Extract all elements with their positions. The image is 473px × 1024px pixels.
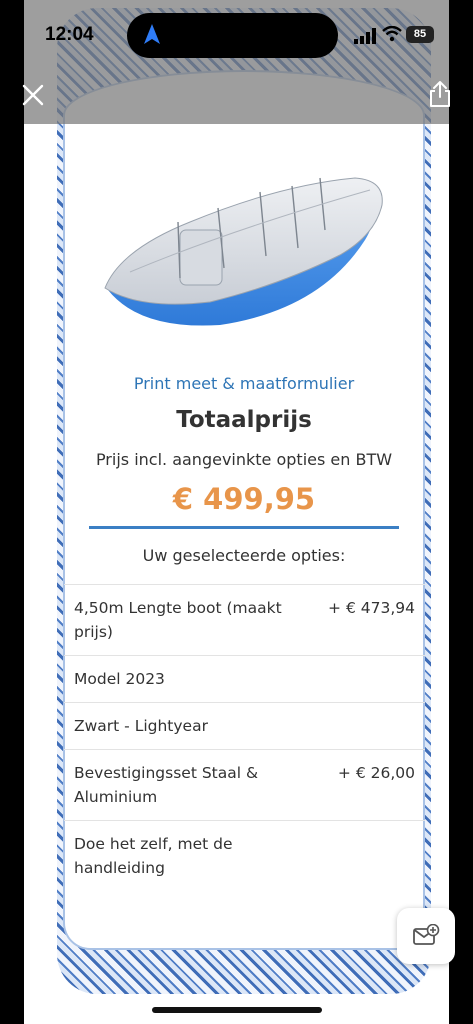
wifi-icon (382, 26, 402, 42)
battery-icon: 85 (406, 26, 434, 43)
selected-options-list: 4,50m Lengte boot (maakt prijs) + € 473,… (64, 584, 425, 891)
list-item: Zwart - Lightyear (64, 703, 425, 750)
measurement-form-link[interactable]: Print meet & maatformulier (63, 374, 425, 393)
option-price: + € 26,00 (337, 764, 415, 782)
option-label: Zwart - Lightyear (74, 717, 208, 735)
option-label: 4,50m Lengte boot (maakt prijs) (74, 599, 282, 641)
price-subtitle: Prijs incl. aangevinkte opties en BTW (95, 450, 393, 469)
boat-cover-image (104, 177, 383, 326)
list-item: Bevestigingsset Staal & Aluminium + € 26… (64, 750, 425, 821)
mail-plus-icon (413, 924, 440, 945)
option-label: Bevestigingsset Staal & Aluminium (74, 764, 259, 806)
total-price: € 499,95 (172, 482, 316, 516)
option-label: Model 2023 (74, 670, 165, 688)
option-label: Doe het zelf, met de handleiding (74, 835, 233, 877)
share-icon[interactable] (427, 80, 453, 108)
price-divider (89, 526, 399, 529)
option-price: + € 473,94 (328, 599, 415, 617)
signal-icon (354, 28, 376, 44)
status-time: 12:04 (45, 24, 94, 45)
home-indicator[interactable] (152, 1007, 322, 1013)
contact-mail-button[interactable] (397, 908, 455, 964)
navigation-arrow-icon (144, 24, 160, 44)
total-price-title: Totaalprijs (176, 407, 312, 433)
list-item: Doe het zelf, met de handleiding (64, 821, 425, 891)
list-item: 4,50m Lengte boot (maakt prijs) + € 473,… (64, 585, 425, 656)
selected-options-heading: Uw geselecteerde opties: (142, 546, 346, 565)
status-bar: 12:04 85 (0, 0, 473, 70)
list-item: Model 2023 (64, 656, 425, 703)
close-icon[interactable] (20, 82, 46, 108)
